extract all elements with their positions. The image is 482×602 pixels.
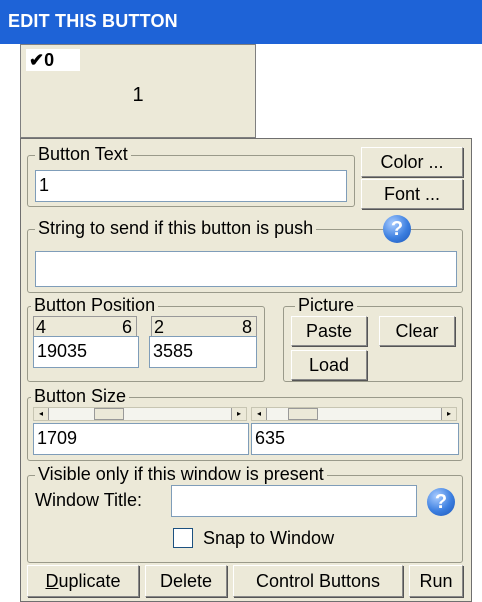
- scroll-right-arrow-icon[interactable]: ▸: [231, 408, 246, 420]
- size-width-input[interactable]: 1709: [33, 423, 249, 455]
- duplicate-button[interactable]: Duplicate: [27, 565, 139, 597]
- x-from-label: 4: [36, 317, 47, 337]
- scroll-right-arrow-icon[interactable]: ▸: [441, 408, 456, 420]
- help-icon[interactable]: ?: [383, 215, 411, 243]
- run-button[interactable]: Run: [409, 565, 463, 597]
- edit-panel: Button Text 1 Color ... Font ... String …: [20, 138, 472, 602]
- snap-to-window-checkbox[interactable]: [173, 528, 193, 548]
- check-mark-icon: ✔: [29, 50, 45, 70]
- duplicate-mnemonic: D: [45, 571, 59, 591]
- string-to-send-legend: String to send if this button is push: [35, 218, 317, 238]
- scroll-left-arrow-icon[interactable]: ◂: [34, 408, 49, 420]
- position-x-input[interactable]: 19035: [33, 336, 139, 368]
- window-title-input[interactable]: [171, 485, 417, 517]
- duplicate-label: uplicate: [58, 571, 121, 591]
- y-from-label: 2: [154, 317, 165, 337]
- y-to-label: 8: [241, 317, 252, 337]
- checkbox-value: 0: [44, 50, 55, 70]
- height-scrollbar[interactable]: ◂ ▸: [251, 407, 457, 421]
- paste-button[interactable]: Paste: [291, 316, 367, 346]
- string-to-send-input[interactable]: [35, 251, 457, 287]
- x-range-indicator: 4 6: [33, 316, 137, 337]
- width-scrollbar[interactable]: ◂ ▸: [33, 407, 247, 421]
- preview-checkbox[interactable]: ✔0: [26, 49, 80, 71]
- load-button[interactable]: Load: [291, 350, 367, 380]
- position-y-input[interactable]: 3585: [149, 336, 257, 368]
- clear-button[interactable]: Clear: [379, 316, 455, 346]
- size-height-input[interactable]: 635: [251, 423, 459, 455]
- scroll-thumb[interactable]: [94, 408, 124, 420]
- picture-legend: Picture: [295, 295, 358, 315]
- top-blank-area: [256, 44, 482, 138]
- window-title-label: Window Title:: [35, 490, 143, 510]
- control-buttons-button[interactable]: Control Buttons: [233, 565, 403, 597]
- scroll-left-arrow-icon[interactable]: ◂: [252, 408, 267, 420]
- button-text-input[interactable]: 1: [35, 170, 347, 202]
- font-button[interactable]: Font ...: [361, 179, 463, 209]
- button-position-legend: Button Position: [31, 295, 159, 315]
- visible-only-legend: Visible only if this window is present: [35, 464, 327, 484]
- color-button[interactable]: Color ...: [361, 147, 463, 177]
- window-title: EDIT THIS BUTTON: [8, 11, 178, 31]
- delete-button[interactable]: Delete: [145, 565, 227, 597]
- help-icon[interactable]: ?: [427, 488, 455, 516]
- scroll-thumb[interactable]: [288, 408, 318, 420]
- preview-button-text: 1: [132, 84, 144, 106]
- button-size-legend: Button Size: [31, 386, 130, 406]
- button-text-legend: Button Text: [35, 144, 131, 164]
- y-range-indicator: 2 8: [151, 316, 257, 337]
- snap-to-window-label: Snap to Window: [203, 528, 335, 548]
- x-to-label: 6: [121, 317, 132, 337]
